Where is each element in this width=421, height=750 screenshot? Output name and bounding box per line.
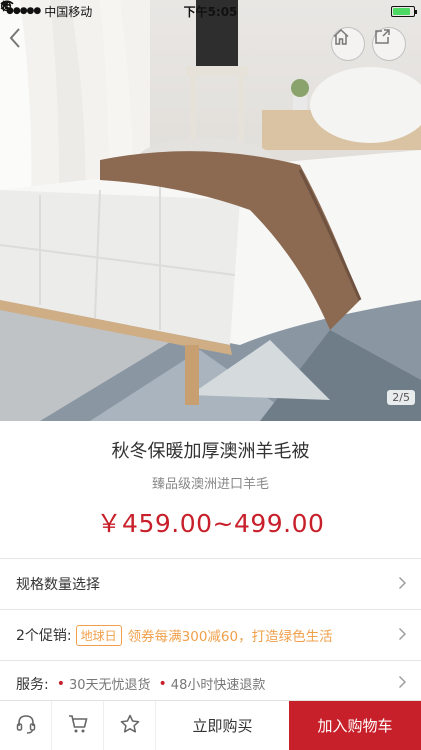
chevron-right-icon <box>398 674 407 693</box>
carrier-label: 中国移动 <box>44 4 93 19</box>
home-button[interactable] <box>331 27 365 61</box>
support-icon <box>15 713 37 739</box>
share-button[interactable] <box>372 27 406 61</box>
promotion-row[interactable]: 2个促销: 地球日 领券每满300减60，打造绿色生活 <box>0 610 421 660</box>
product-info: 秋冬保暖加厚澳洲羊毛被 臻品级澳洲进口羊毛 ￥459.00~499.00 <box>0 421 421 558</box>
cart-icon <box>67 713 89 739</box>
promotion-text: 领券每满300减60，打造绿色生活 <box>127 629 333 645</box>
product-subtitle: 臻品级澳洲进口羊毛 <box>151 477 269 492</box>
spec-select-row[interactable]: 规格数量选择 <box>0 559 421 609</box>
product-image-carousel[interactable]: ●●●●● 中国移动 下午5:05 2/5 <box>0 0 421 421</box>
add-to-cart-button[interactable]: 加入购物车 <box>289 701 421 750</box>
spec-select-label: 规格数量选择 <box>16 577 100 593</box>
bottom-action-bar: 立即购买 加入购物车 <box>0 700 421 750</box>
promotion-tag: 地球日 <box>75 624 122 646</box>
back-button[interactable] <box>8 27 42 61</box>
chevron-right-icon <box>398 626 407 645</box>
customer-service-button[interactable] <box>0 701 52 750</box>
product-photo <box>0 0 421 421</box>
favorite-button[interactable] <box>104 701 156 750</box>
page-indicator: 2/5 <box>387 390 415 405</box>
cart-button[interactable] <box>52 701 104 750</box>
buy-now-button[interactable]: 立即购买 <box>156 701 289 750</box>
chevron-right-icon <box>398 575 407 594</box>
promotion-label: 2个促销: <box>16 628 72 644</box>
star-icon <box>119 713 141 739</box>
service-label: 服务: <box>16 676 49 693</box>
status-bar: ●●●●● 中国移动 下午5:05 <box>0 0 421 22</box>
product-title: 秋冬保暖加厚澳洲羊毛被 <box>111 441 310 462</box>
service-item: 30天无忧退货 <box>68 678 151 693</box>
battery-icon <box>391 5 417 17</box>
service-item: 48小时快速退款 <box>170 678 266 693</box>
product-price: ￥459.00~499.00 <box>96 509 325 538</box>
